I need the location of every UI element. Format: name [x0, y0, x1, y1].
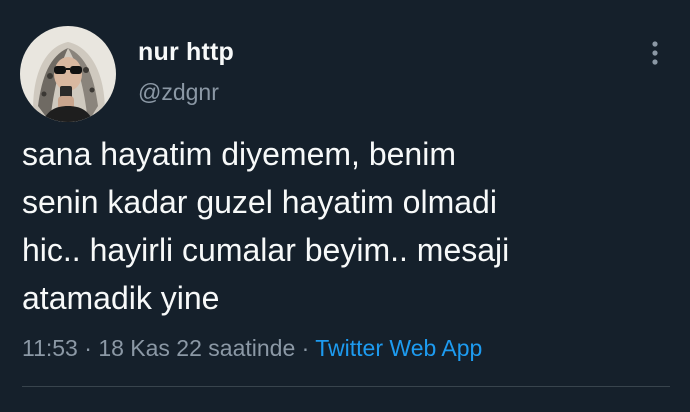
tweet-time[interactable]: 11:53	[22, 335, 78, 361]
display-name[interactable]: nur http	[138, 38, 234, 67]
avatar[interactable]	[20, 26, 116, 122]
meta-separator: ·	[77, 335, 99, 361]
tweet-card: nur http @zdgnr sana hayatim diyemem, be…	[0, 0, 690, 412]
tweet-date[interactable]: 18 Kas 22 saatinde	[98, 335, 295, 361]
meta-separator: ·	[295, 335, 316, 361]
divider	[22, 386, 670, 387]
more-vertical-icon[interactable]	[640, 36, 670, 72]
tweet-source-link[interactable]: Twitter Web App	[315, 335, 482, 361]
user-handle[interactable]: @zdgnr	[138, 79, 219, 106]
tweet-text: sana hayatim diyemem, benim senin kadar …	[22, 136, 510, 316]
tweet-metadata: 11:53 · 18 Kas 22 saatinde · Twitter Web…	[22, 335, 482, 362]
